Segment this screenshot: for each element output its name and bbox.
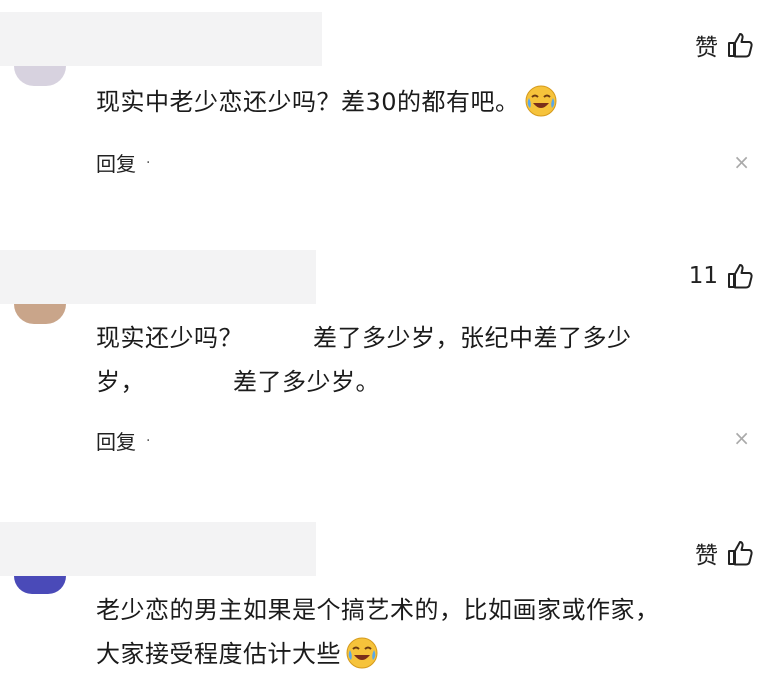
separator-dot: · (146, 432, 151, 449)
like-button[interactable]: 赞 (695, 28, 754, 62)
avatar[interactable] (14, 576, 66, 594)
comment-text: 老少恋的男主如果是个搞艺术的，比如画家或作家， 大家接受程度估计大些 (96, 596, 660, 669)
thumbs-up-icon (728, 541, 753, 566)
close-icon[interactable]: × (733, 150, 750, 174)
close-icon[interactable]: × (733, 426, 750, 450)
thumbs-up-icon (728, 33, 753, 58)
avatar[interactable] (14, 304, 66, 324)
thumbs-up-icon (728, 264, 753, 289)
comment-text: 现实还少吗？ 差了多少岁，张纪中差了多少 岁， 差了多少岁。 (96, 324, 632, 396)
redacted-username (0, 522, 316, 576)
redacted-username (0, 250, 316, 304)
avatar[interactable] (14, 66, 66, 86)
like-count: 赞 (695, 35, 718, 61)
reply-row: 回复 · (96, 426, 150, 455)
reply-button[interactable]: 回复 (96, 148, 136, 177)
reply-row: 回复 · (96, 148, 150, 177)
like-button[interactable]: 赞 (695, 536, 754, 570)
crying-laughing-emoji-icon (525, 85, 557, 117)
like-button[interactable]: 11 (689, 262, 754, 290)
like-count: 赞 (695, 543, 718, 569)
comment-text: 现实中老少恋还少吗？差30的都有吧。 (96, 80, 736, 124)
separator-dot: · (146, 154, 151, 171)
crying-laughing-emoji-icon (346, 637, 378, 669)
like-count: 11 (688, 263, 718, 289)
reply-button[interactable]: 回复 (96, 426, 136, 455)
redacted-username (0, 12, 322, 66)
